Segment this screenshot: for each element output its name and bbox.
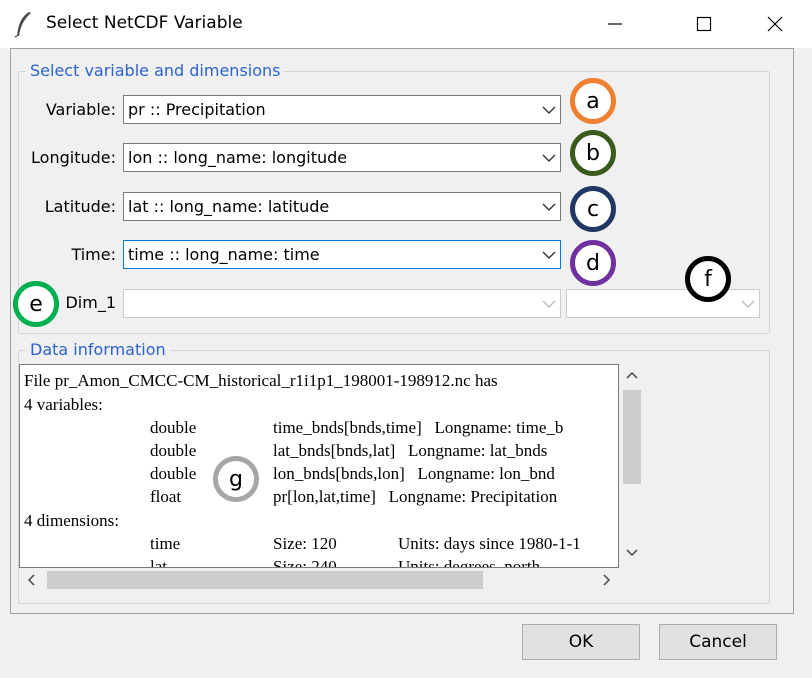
variable-group-label: Select variable and dimensions xyxy=(26,61,285,80)
data-information-text[interactable]: File pr_Amon_CMCC-CM_historical_r1i1p1_1… xyxy=(19,364,619,568)
info-line: double xyxy=(150,441,197,460)
chevron-down-icon xyxy=(741,300,755,308)
info-line: 4 dimensions: xyxy=(24,511,119,530)
vertical-scrollbar[interactable] xyxy=(619,364,645,568)
info-line: File pr_Amon_CMCC-CM_historical_r1i1p1_1… xyxy=(24,371,498,390)
annotation-badge-g: g xyxy=(213,456,259,502)
info-line: time_bnds[bnds,time] Longname: time_b xyxy=(273,418,564,437)
info-line: double xyxy=(150,464,197,483)
longitude-value: lon :: long_name: longitude xyxy=(128,148,348,167)
latitude-combobox[interactable]: lat :: long_name: latitude xyxy=(123,192,561,221)
longitude-label: Longitude: xyxy=(31,148,116,167)
info-line: lat xyxy=(150,557,167,568)
close-icon xyxy=(767,16,783,32)
info-line: double xyxy=(150,418,197,437)
info-line: lon_bnds[bnds,lon] Longname: lon_bnd xyxy=(273,464,555,483)
time-combobox[interactable]: time :: long_name: time xyxy=(123,240,561,269)
info-line: Units: degrees_north xyxy=(398,557,541,568)
cancel-button[interactable]: Cancel xyxy=(659,624,777,660)
info-line: float xyxy=(150,487,182,506)
info-line: time xyxy=(150,534,181,553)
annotation-badge-a: a xyxy=(570,78,616,124)
chevron-down-icon xyxy=(542,251,556,259)
chevron-up-icon[interactable] xyxy=(626,370,638,380)
close-button[interactable] xyxy=(752,0,798,48)
title-bar[interactable]: Select NetCDF Variable xyxy=(0,0,812,48)
horizontal-scroll-thumb[interactable] xyxy=(47,571,483,589)
chevron-down-icon[interactable] xyxy=(626,548,638,558)
chevron-left-icon[interactable] xyxy=(26,574,36,586)
latitude-label: Latitude: xyxy=(44,197,116,216)
maximize-icon xyxy=(696,16,712,32)
annotation-badge-d: d xyxy=(570,240,616,286)
longitude-combobox[interactable]: lon :: long_name: longitude xyxy=(123,143,561,172)
minimize-button[interactable] xyxy=(592,0,638,48)
minimize-icon xyxy=(607,16,623,32)
annotation-badge-c: c xyxy=(570,186,616,232)
annotation-badge-f: f xyxy=(685,256,731,302)
chevron-right-icon[interactable] xyxy=(602,574,612,586)
dim1-label: Dim_1 xyxy=(65,293,116,312)
chevron-down-icon xyxy=(542,203,556,211)
variable-value: pr :: Precipitation xyxy=(128,100,266,119)
annotation-badge-e: e xyxy=(13,281,59,327)
ok-button[interactable]: OK xyxy=(522,624,640,660)
dim1-combobox[interactable] xyxy=(123,289,561,318)
annotation-badge-b: b xyxy=(570,130,616,176)
time-label: Time: xyxy=(71,245,116,264)
data-information-label: Data information xyxy=(26,340,170,359)
info-line: Size: 120 xyxy=(273,534,337,553)
time-value: time :: long_name: time xyxy=(128,245,320,264)
latitude-value: lat :: long_name: latitude xyxy=(128,197,330,216)
info-line: 4 variables: xyxy=(24,395,103,414)
vertical-scroll-thumb[interactable] xyxy=(623,390,641,484)
window-title: Select NetCDF Variable xyxy=(46,13,243,33)
dim1-index-combobox[interactable] xyxy=(566,289,760,318)
chevron-down-icon xyxy=(542,106,556,114)
variable-label: Variable: xyxy=(45,100,116,119)
info-line: pr[lon,lat,time] Longname: Precipitation xyxy=(273,487,558,506)
info-line: Units: days since 1980-1-1 xyxy=(398,534,581,553)
variable-combobox[interactable]: pr :: Precipitation xyxy=(123,95,561,124)
chevron-down-icon xyxy=(542,154,556,162)
info-line: lat_bnds[bnds,lat] Longname: lat_bnds xyxy=(273,441,548,460)
maximize-button[interactable] xyxy=(681,0,727,48)
feather-icon xyxy=(12,10,34,38)
chevron-down-icon xyxy=(542,300,556,308)
info-line: Size: 240 xyxy=(273,557,337,568)
horizontal-scrollbar[interactable] xyxy=(19,568,619,592)
